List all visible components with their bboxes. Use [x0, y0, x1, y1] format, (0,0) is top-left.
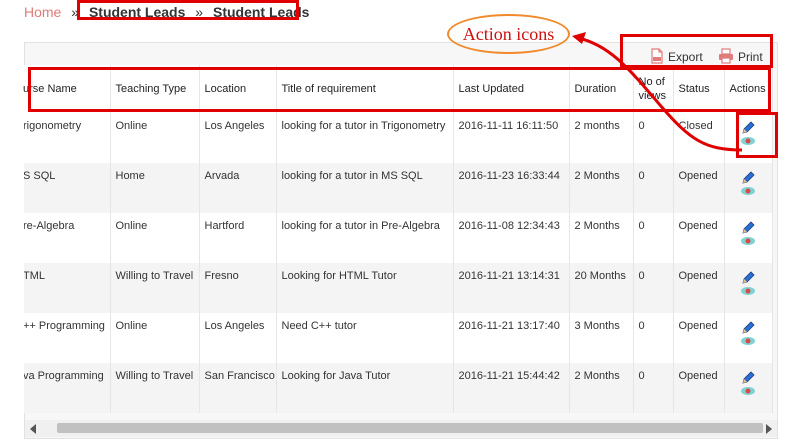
cell-views: 0: [633, 163, 674, 213]
view-eye-icon[interactable]: [740, 336, 756, 346]
cell-status: Opened: [673, 213, 725, 263]
cell-teaching-type: Willing to Travel: [110, 263, 200, 313]
table-header-row: urse Name Teaching Type Location Title o…: [23, 65, 773, 113]
cell-title: Looking for Java Tutor: [276, 363, 454, 413]
cell-status: Closed: [673, 113, 725, 163]
cell-course-name: TML: [24, 263, 111, 313]
cell-teaching-type: Willing to Travel: [110, 363, 200, 413]
breadcrumb-home-link[interactable]: Home: [24, 4, 61, 20]
horizontal-scrollbar[interactable]: [25, 420, 777, 437]
cell-actions: [724, 263, 773, 313]
cell-duration: 3 Months: [569, 313, 634, 363]
column-header-duration[interactable]: Duration: [569, 65, 634, 113]
column-header-title[interactable]: Title of requirement: [276, 65, 454, 113]
column-header-course-name[interactable]: urse Name: [23, 65, 111, 113]
cell-duration: 20 Months: [569, 263, 634, 313]
cell-views: 0: [633, 313, 674, 363]
cell-actions: [724, 163, 773, 213]
print-button[interactable]: Print: [718, 48, 763, 64]
table-row: ++ Programming Online Los Angeles Need C…: [24, 313, 773, 363]
cell-location: Los Angeles: [199, 113, 277, 163]
cell-last-updated: 2016-11-23 16:33:44: [453, 163, 570, 213]
cell-teaching-type: Online: [110, 313, 200, 363]
view-eye-icon[interactable]: [740, 286, 756, 296]
view-eye-icon[interactable]: [740, 386, 756, 396]
scroll-left-arrow-icon[interactable]: [30, 424, 36, 434]
cell-course-name: S SQL: [24, 163, 111, 213]
cell-duration: 2 Months: [569, 363, 634, 413]
column-header-location[interactable]: Location: [199, 65, 277, 113]
export-label: Export: [668, 50, 703, 64]
cell-title: looking for a tutor in Pre-Algebra: [276, 213, 454, 263]
cell-location: Fresno: [199, 263, 277, 313]
edit-pencil-icon[interactable]: [740, 320, 756, 336]
leads-table: urse Name Teaching Type Location Title o…: [23, 65, 773, 413]
edit-pencil-icon[interactable]: [740, 220, 756, 236]
cell-actions: [724, 113, 773, 163]
column-header-teaching-type[interactable]: Teaching Type: [110, 65, 200, 113]
cell-last-updated: 2016-11-21 13:17:40: [453, 313, 570, 363]
cell-views: 0: [633, 263, 674, 313]
cell-status: Opened: [673, 363, 725, 413]
cell-teaching-type: Home: [110, 163, 200, 213]
cell-status: Opened: [673, 313, 725, 363]
cell-title: looking for a tutor in MS SQL: [276, 163, 454, 213]
cell-actions: [724, 313, 773, 363]
edit-pencil-icon[interactable]: [740, 120, 756, 136]
view-eye-icon[interactable]: [740, 186, 756, 196]
cell-last-updated: 2016-11-21 15:44:42: [453, 363, 570, 413]
export-icon: [651, 48, 663, 64]
cell-duration: 2 Months: [569, 163, 634, 213]
table-row: re-Algebra Online Hartford looking for a…: [24, 213, 773, 263]
export-button[interactable]: Export: [650, 48, 703, 64]
edit-pencil-icon[interactable]: [740, 270, 756, 286]
column-header-status[interactable]: Status: [673, 65, 725, 113]
cell-duration: 2 Months: [569, 213, 634, 263]
cell-last-updated: 2016-11-08 12:34:43: [453, 213, 570, 263]
breadcrumb: Home » Student Leads » Student Leads: [24, 0, 309, 21]
column-header-views[interactable]: No of views: [633, 65, 674, 113]
cell-course-name: re-Algebra: [24, 213, 111, 263]
cell-location: Hartford: [199, 213, 277, 263]
cell-last-updated: 2016-11-21 13:14:31: [453, 263, 570, 313]
cell-actions: [724, 213, 773, 263]
cell-actions: [724, 363, 773, 413]
view-eye-icon[interactable]: [740, 136, 756, 146]
cell-teaching-type: Online: [110, 213, 200, 263]
cell-course-name: rigonometry: [24, 113, 111, 163]
cell-views: 0: [633, 363, 674, 413]
scroll-right-arrow-icon[interactable]: [766, 424, 772, 434]
table-row: va Programming Willing to Travel San Fra…: [24, 363, 773, 413]
cell-location: San Francisco: [199, 363, 277, 413]
cell-course-name: va Programming: [24, 363, 111, 413]
column-header-actions: Actions: [724, 65, 773, 113]
cell-teaching-type: Online: [110, 113, 200, 163]
cell-course-name: ++ Programming: [24, 313, 111, 363]
cell-status: Opened: [673, 163, 725, 213]
cell-status: Opened: [673, 263, 725, 313]
column-header-last-updated[interactable]: Last Updated: [453, 65, 570, 113]
print-label: Print: [738, 50, 763, 64]
table-row: TML Willing to Travel Fresno Looking for…: [24, 263, 773, 313]
cell-last-updated: 2016-11-11 16:11:50: [453, 113, 570, 163]
table-row: S SQL Home Arvada looking for a tutor in…: [24, 163, 773, 213]
scroll-thumb[interactable]: [57, 423, 763, 433]
table-row: rigonometry Online Los Angeles looking f…: [24, 113, 773, 163]
cell-location: Arvada: [199, 163, 277, 213]
view-eye-icon[interactable]: [740, 236, 756, 246]
cell-views: 0: [633, 113, 674, 163]
print-icon: [719, 48, 733, 64]
cell-title: looking for a tutor in Trigonometry: [276, 113, 454, 163]
breadcrumb-highlight-box: [77, 0, 299, 20]
action-icons-callout: Action icons: [447, 14, 570, 54]
cell-location: Los Angeles: [199, 313, 277, 363]
edit-pencil-icon[interactable]: [740, 370, 756, 386]
cell-title: Looking for HTML Tutor: [276, 263, 454, 313]
cell-title: Need C++ tutor: [276, 313, 454, 363]
cell-views: 0: [633, 213, 674, 263]
cell-duration: 2 months: [569, 113, 634, 163]
edit-pencil-icon[interactable]: [740, 170, 756, 186]
